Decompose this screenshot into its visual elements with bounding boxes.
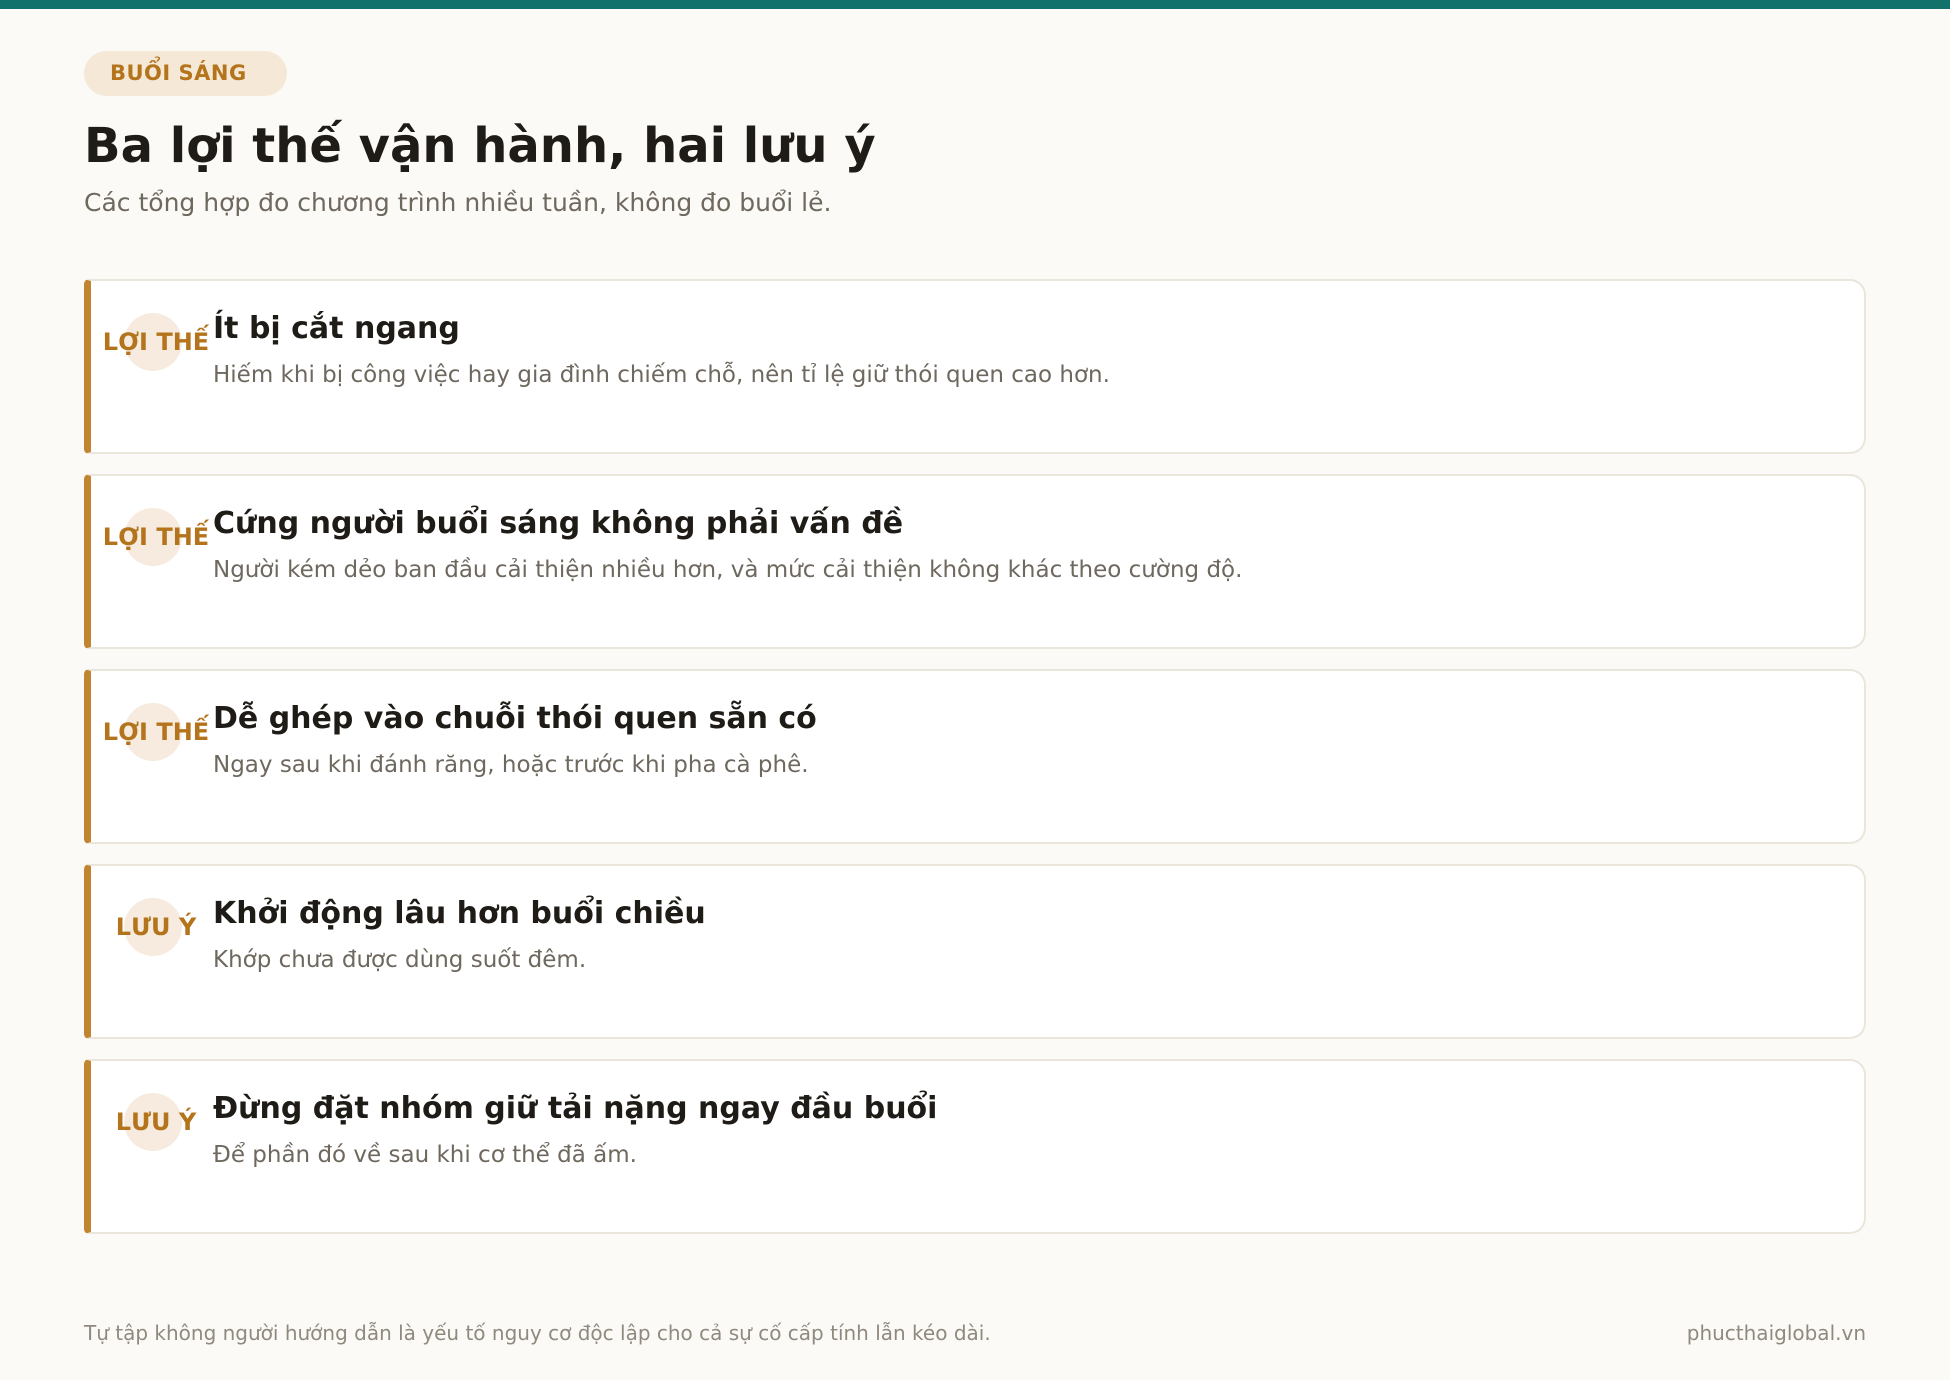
footer-site-name: phucthaiglobal.vn [1686,1321,1866,1345]
card-caution-1: LƯU Ý Khởi động lâu hơn buổi chiều Khớp … [84,864,1866,1039]
card-advantage-1: LỢI THẾ Ít bị cắt ngang Hiếm khi bị công… [84,279,1866,454]
card-description: Hiếm khi bị công việc hay gia đình chiếm… [213,362,1110,388]
card-body: Khởi động lâu hơn buổi chiều Khớp chưa đ… [213,894,1834,976]
badge-label: LƯU Ý [115,913,197,941]
card-title: Khởi động lâu hơn buổi chiều [213,896,706,931]
card-body: Đừng đặt nhóm giữ tải nặng ngay đầu buổi… [213,1089,1834,1171]
card-list: LỢI THẾ Ít bị cắt ngang Hiếm khi bị công… [84,279,1866,1254]
badge-label: LỢI THẾ [102,718,210,746]
badge-label: LỢI THẾ [102,523,210,551]
page-title: Ba lợi thế vận hành, hai lưu ý [84,118,876,174]
card-badge: LỢI THẾ [91,506,221,566]
page-footer: Tự tập không người hướng dẫn là yếu tố n… [84,1318,1866,1348]
card-caution-2: LƯU Ý Đừng đặt nhóm giữ tải nặng ngay đầ… [84,1059,1866,1234]
card-badge: LỢI THẾ [91,701,221,761]
card-description: Khớp chưa được dùng suốt đêm. [213,947,587,973]
card-badge: LƯU Ý [91,896,221,956]
section-tag: BUỔI SÁNG [84,51,287,96]
card-advantage-3: LỢI THẾ Dễ ghép vào chuỗi thói quen sẵn … [84,669,1866,844]
card-body: Ít bị cắt ngang Hiếm khi bị công việc ha… [213,309,1834,391]
card-badge: LƯU Ý [91,1091,221,1151]
card-advantage-2: LỢI THẾ Cứng người buổi sáng không phải … [84,474,1866,649]
card-description: Ngay sau khi đánh răng, hoặc trước khi p… [213,752,809,778]
page-header: BUỔI SÁNG Ba lợi thế vận hành, hai lưu ý… [84,51,1866,220]
card-body: Dễ ghép vào chuỗi thói quen sẵn có Ngay … [213,699,1834,781]
card-title: Dễ ghép vào chuỗi thói quen sẵn có [213,701,817,736]
card-description: Người kém dẻo ban đầu cải thiện nhiều hơ… [213,557,1243,583]
card-body: Cứng người buổi sáng không phải vấn đề N… [213,504,1834,586]
card-badge: LỢI THẾ [91,311,221,371]
card-title: Ít bị cắt ngang [213,311,460,346]
card-description: Để phần đó về sau khi cơ thể đã ấm. [213,1142,637,1168]
card-title: Cứng người buổi sáng không phải vấn đề [213,506,904,541]
card-title: Đừng đặt nhóm giữ tải nặng ngay đầu buổi [213,1091,938,1126]
page-subtitle: Các tổng hợp đo chương trình nhiều tuần,… [84,188,832,217]
badge-label: LƯU Ý [115,1108,197,1136]
top-accent-bar [0,0,1950,9]
footer-note: Tự tập không người hướng dẫn là yếu tố n… [84,1321,991,1345]
badge-label: LỢI THẾ [102,328,210,356]
